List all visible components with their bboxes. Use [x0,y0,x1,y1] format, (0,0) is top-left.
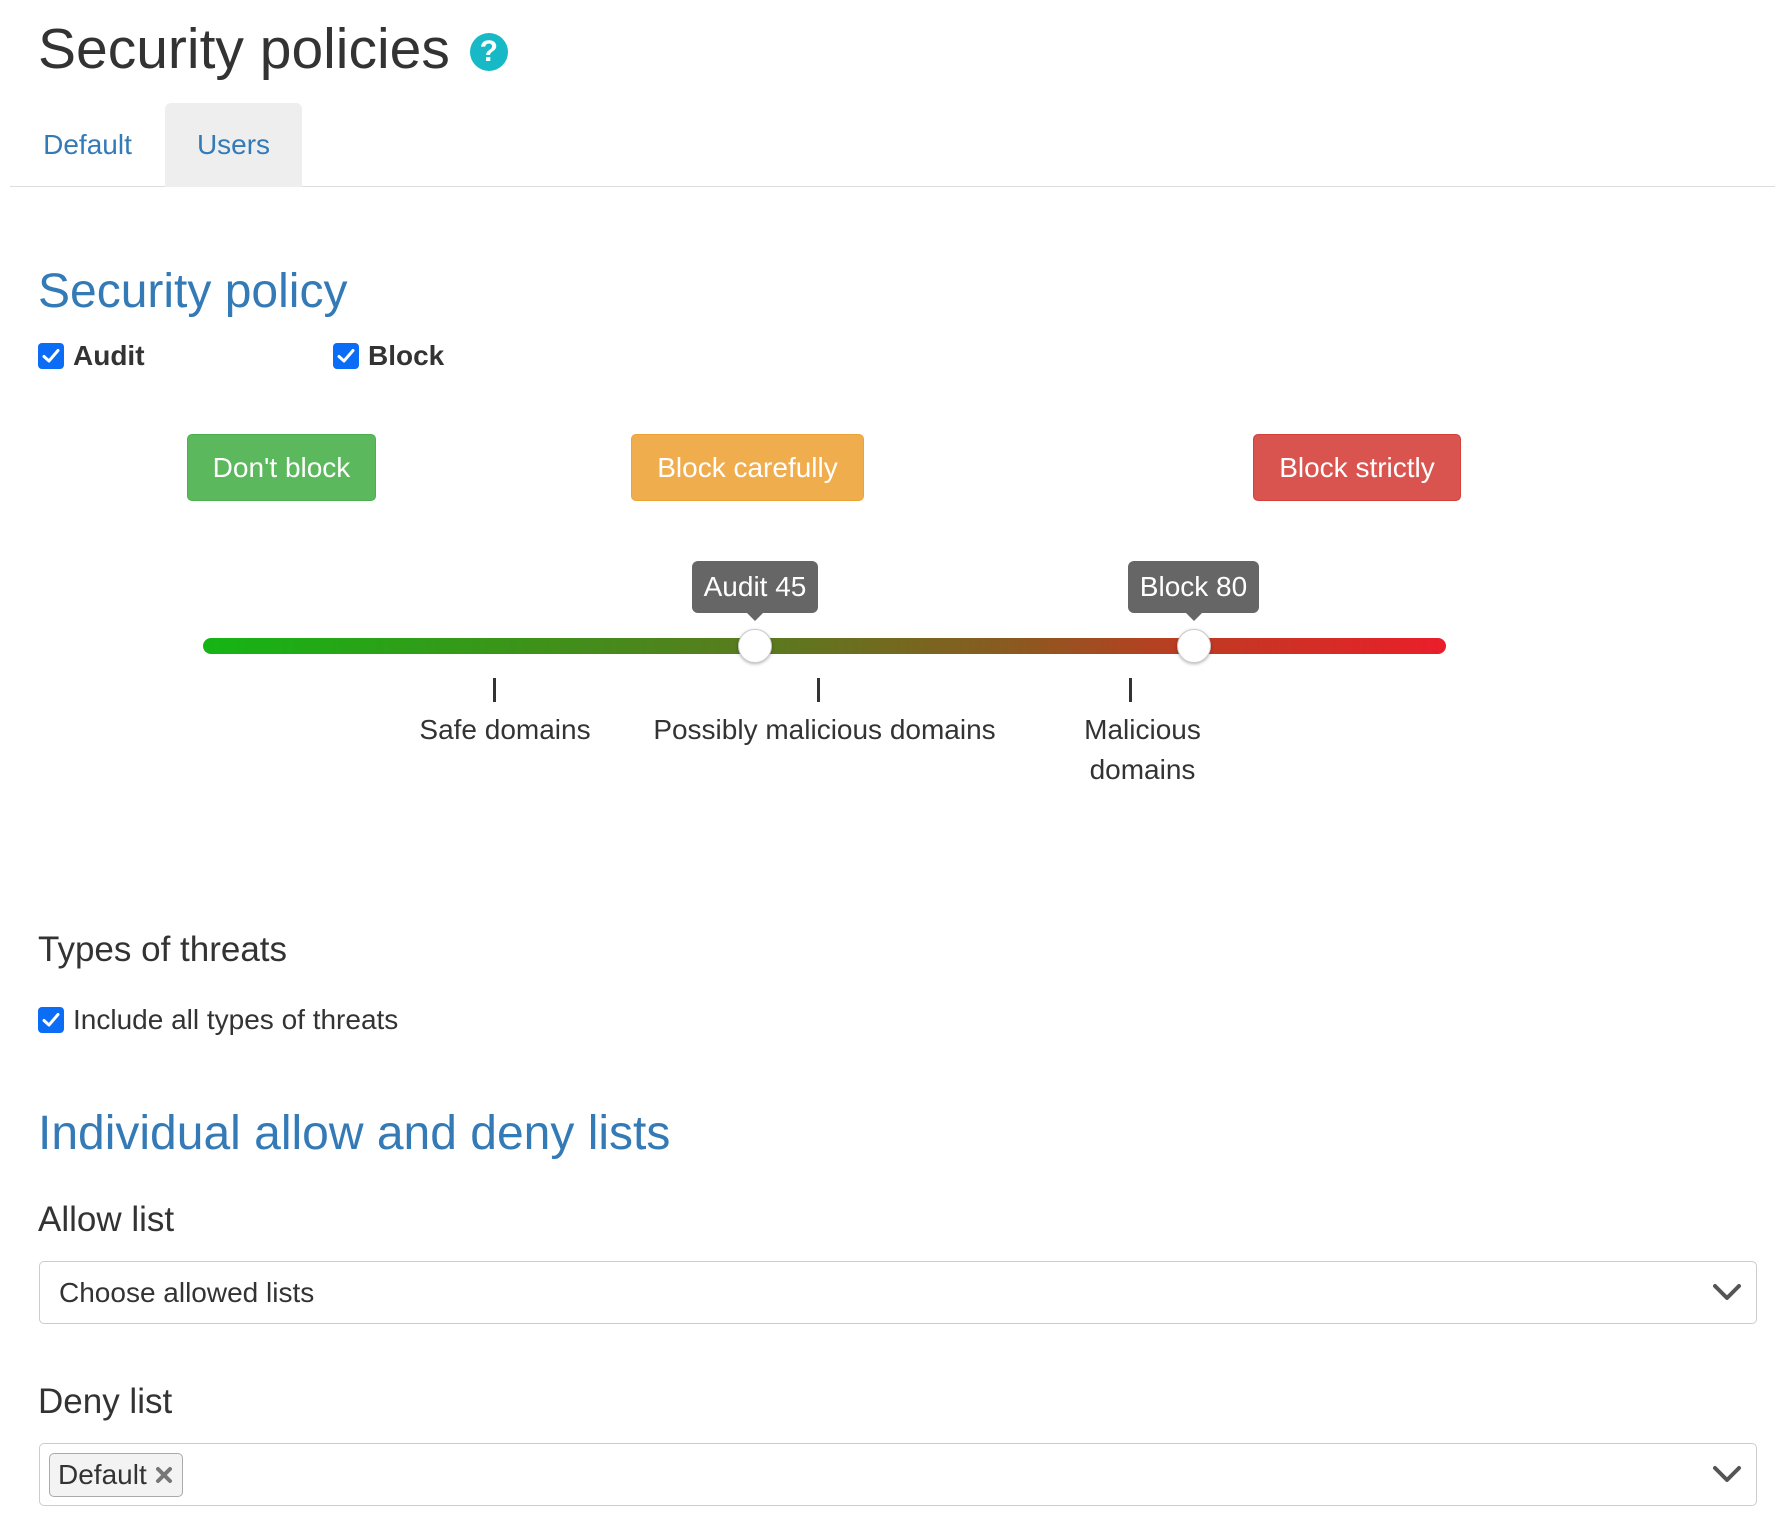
checkmark-icon [42,349,60,363]
audit-checkbox-label: Audit [73,340,145,371]
block-checkbox[interactable] [333,343,359,369]
slider-tick-malicious [1129,678,1132,702]
deny-list-tag-label: Default [58,1458,147,1490]
help-icon[interactable]: ? [469,33,508,71]
tick-label-safe-domains: Safe domains [419,714,591,745]
include-all-threats-row: Include all types of threats [38,1003,398,1037]
deny-list-tag: Default [49,1452,183,1497]
remove-tag-icon[interactable] [154,1465,174,1485]
tab-default[interactable]: Default [10,103,165,187]
checkmark-icon [337,349,355,363]
chevron-down-icon [1713,1466,1741,1482]
deny-list-select[interactable]: Default [39,1443,1757,1506]
page-title: Security policies ? [38,12,508,86]
allow-deny-lists-heading: Individual allow and deny lists [38,1107,671,1160]
block-strictly-button[interactable]: Block strictly [1253,434,1461,501]
block-carefully-button[interactable]: Block carefully [631,434,864,501]
include-all-threats-checkbox[interactable] [38,1007,64,1033]
audit-checkbox[interactable] [38,343,64,369]
deny-list-label: Deny list [38,1382,173,1421]
block-slider-handle[interactable] [1177,629,1211,663]
chevron-down-icon [1713,1284,1741,1300]
allow-list-placeholder: Choose allowed lists [59,1276,315,1308]
page-title-text: Security policies [38,17,450,81]
block-value-tooltip: Block 80 [1128,561,1259,621]
block-checkbox-row: Block [333,339,444,373]
tab-bar: Default Users [10,103,1775,187]
tick-label-possibly-malicious-domains: Possibly malicious domains [653,714,996,745]
tick-label-malicious-domains: Malicious domains [1084,714,1201,785]
checkmark-icon [42,1013,60,1027]
types-of-threats-heading: Types of threats [38,930,288,969]
dont-block-button[interactable]: Don't block [187,434,376,501]
allow-list-label: Allow list [38,1200,175,1239]
audit-checkbox-row: Audit [38,339,145,373]
audit-slider-handle[interactable] [738,629,772,663]
block-checkbox-label: Block [368,340,445,371]
threat-level-slider-track[interactable] [203,638,1446,654]
slider-tick-possibly-malicious [817,678,820,702]
audit-value-tooltip: Audit 45 [692,561,818,621]
include-all-threats-label: Include all types of threats [73,1004,399,1035]
allow-list-select[interactable]: Choose allowed lists [39,1261,1757,1324]
slider-tick-safe [493,678,496,702]
tab-users[interactable]: Users [165,103,302,187]
security-policy-heading: Security policy [38,265,348,318]
